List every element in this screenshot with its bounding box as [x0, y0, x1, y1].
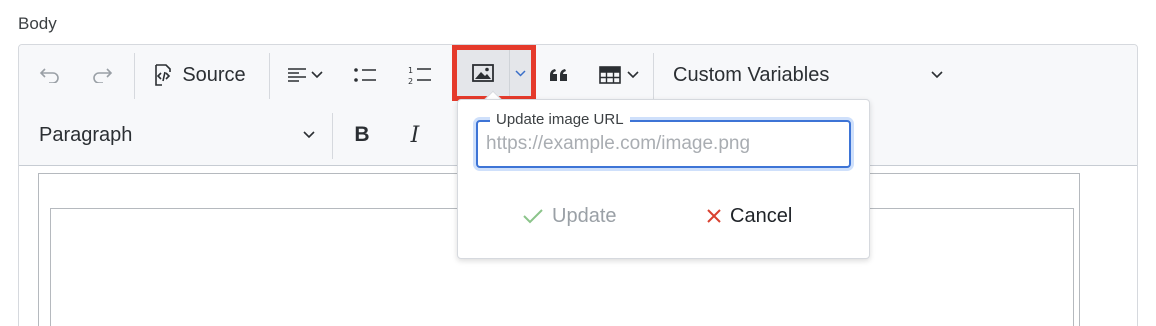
custom-variables-dropdown[interactable]: Custom Variables	[663, 55, 953, 95]
paragraph-label: Paragraph	[39, 123, 133, 146]
bold-button[interactable]: B	[344, 115, 380, 155]
update-label: Update	[552, 204, 617, 227]
chevron-down-icon	[515, 69, 526, 77]
body-field-label: Body	[18, 14, 57, 33]
block-quote-button[interactable]	[541, 55, 577, 95]
paragraph-style-dropdown[interactable]: Paragraph	[29, 115, 325, 155]
chevron-down-icon	[931, 71, 943, 79]
image-url-field: Update image URL	[476, 111, 851, 168]
undo-button[interactable]	[29, 55, 71, 95]
insert-table-dropdown[interactable]	[591, 55, 647, 95]
check-icon	[523, 209, 543, 224]
custom-variables-label: Custom Variables	[673, 63, 830, 86]
svg-text:2: 2	[408, 77, 413, 85]
svg-text:1: 1	[408, 66, 413, 75]
insert-image-dropdown-arrow[interactable]	[509, 50, 531, 96]
image-url-input[interactable]	[478, 122, 849, 166]
toolbar-separator	[134, 53, 135, 99]
align-left-icon	[288, 68, 306, 82]
undo-icon	[39, 68, 59, 83]
insert-image-button[interactable]	[457, 50, 509, 96]
image-url-popup: Update image URL Update Cancel	[457, 99, 870, 259]
table-icon	[599, 66, 621, 84]
numbered-list-icon: 1 2	[408, 66, 431, 85]
numbered-list-button[interactable]: 1 2	[399, 55, 441, 95]
redo-button[interactable]	[81, 55, 123, 95]
source-button[interactable]: Source	[143, 55, 255, 95]
update-button[interactable]: Update	[522, 198, 617, 234]
toolbar-separator	[332, 113, 333, 159]
image-icon	[472, 64, 494, 82]
toolbar-separator	[653, 53, 654, 99]
redo-icon	[93, 68, 113, 83]
italic-button[interactable]: I	[397, 115, 433, 155]
source-code-icon	[155, 64, 172, 86]
cancel-label: Cancel	[730, 204, 793, 227]
source-label: Source	[182, 63, 246, 86]
chevron-down-icon	[627, 71, 639, 79]
italic-icon: I	[410, 122, 420, 148]
bulleted-list-button[interactable]	[345, 55, 385, 95]
toolbar-separator	[269, 53, 270, 99]
bold-icon: B	[354, 123, 370, 146]
close-icon	[707, 209, 721, 223]
chevron-down-icon	[303, 131, 315, 139]
chevron-down-icon	[311, 71, 323, 79]
text-align-dropdown[interactable]	[277, 55, 333, 95]
cancel-button[interactable]: Cancel	[706, 198, 792, 234]
bulleted-list-icon	[354, 68, 376, 82]
quote-icon	[550, 69, 567, 81]
